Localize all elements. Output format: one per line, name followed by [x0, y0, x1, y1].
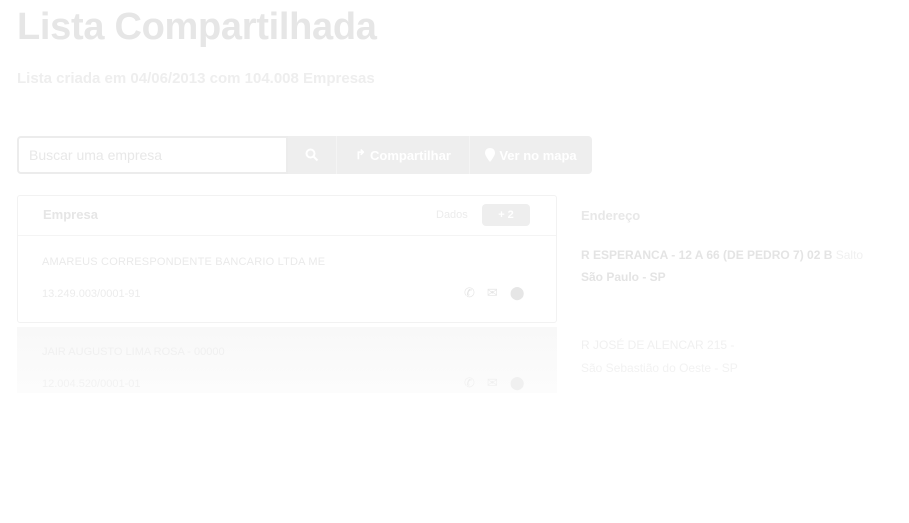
- toolbar: ↱ Compartilhar Ver no mapa: [17, 136, 592, 174]
- address-city: São Paulo - SP: [581, 270, 666, 284]
- envelope-icon[interactable]: ✉: [487, 285, 498, 301]
- user-icon[interactable]: ⬤: [510, 285, 525, 301]
- table-row-name[interactable]: AMAREUS CORRESPONDENTE BANCARIO LTDA ME: [42, 256, 325, 268]
- table-row-cnpj: 13.249.003/0001-91: [42, 288, 141, 300]
- address-street: R ESPERANCA - 12 A 66 (DE PEDRO 7) 02 B: [581, 248, 833, 262]
- panel-header: Empresa Dados + 2: [18, 196, 556, 236]
- share-icon: ↱: [355, 147, 366, 162]
- column-header-empresa: Empresa: [43, 207, 98, 222]
- envelope-icon[interactable]: ✉: [487, 375, 498, 391]
- share-button[interactable]: ↱ Compartilhar: [336, 136, 469, 174]
- map-label: Ver no mapa: [499, 147, 577, 163]
- address-line: R JOSÉ DE ALENCAR 215 -: [581, 338, 734, 352]
- table-row-cnpj: 12.004.520/0001-01: [42, 378, 141, 390]
- dados-label: Dados: [436, 209, 468, 221]
- column-header-endereco: Endereço: [581, 208, 641, 223]
- address-city-text: São Sebastião do Oeste - SP: [581, 361, 738, 375]
- search-button[interactable]: [288, 136, 336, 174]
- page-title: Lista Compartilhada: [17, 6, 377, 48]
- map-marker-icon: [485, 148, 496, 162]
- phone-icon[interactable]: ✆: [464, 375, 475, 391]
- user-icon[interactable]: ⬤: [510, 375, 525, 391]
- address-city: São Sebastião do Oeste - SP: [581, 361, 738, 375]
- address-extra: Salto: [835, 248, 864, 262]
- phone-icon[interactable]: ✆: [464, 285, 475, 301]
- row-contact-icons: ✆ ✉ ⬤: [464, 285, 524, 301]
- dados-badge[interactable]: + 2: [482, 204, 530, 226]
- page-subtitle: Lista criada em 04/06/2013 com 104.008 E…: [17, 70, 375, 87]
- address-city-text: São Paulo - SP: [581, 270, 666, 284]
- row-contact-icons: ✆ ✉ ⬤: [464, 375, 524, 391]
- address-line: R ESPERANCA - 12 A 66 (DE PEDRO 7) 02 B …: [581, 248, 863, 262]
- search-icon: [305, 148, 319, 162]
- map-button[interactable]: Ver no mapa: [469, 136, 592, 174]
- address-street: R JOSÉ DE ALENCAR 215 -: [581, 338, 735, 352]
- table-row-name[interactable]: JAIR AUGUSTO LIMA ROSA - 00000: [42, 346, 225, 358]
- share-label: Compartilhar: [370, 147, 451, 163]
- search-input[interactable]: [17, 136, 288, 174]
